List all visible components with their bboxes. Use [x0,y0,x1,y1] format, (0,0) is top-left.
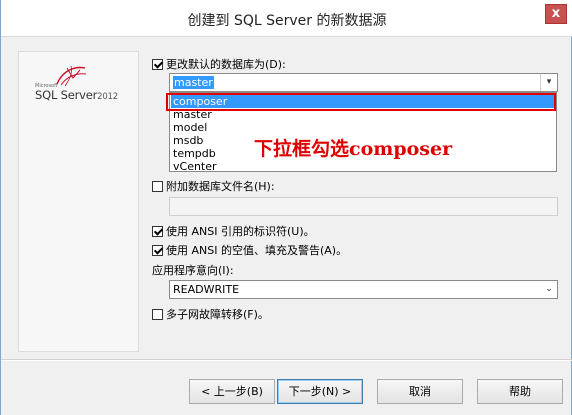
attach-db-label: 附加数据库文件名(H): [166,180,275,193]
back-button[interactable]: < 上一步(B) [189,379,275,404]
help-button[interactable]: 帮助 [477,379,563,404]
ansi-nulls-checkbox[interactable] [152,244,163,256]
attach-db-row[interactable]: 附加数据库文件名(H): [152,178,275,194]
default-db-combobox[interactable]: master ▾ [169,73,558,92]
change-default-db-row[interactable]: 更改默认的数据库为(D): [152,56,286,72]
ansi-quoted-checkbox[interactable] [152,225,163,237]
next-button[interactable]: 下一步(N) > [277,379,363,404]
ansi-quoted-row[interactable]: 使用 ANSI 引用的标识符(U)。 [152,223,315,239]
multi-subnet-row[interactable]: 多子网故障转移(F)。 [152,306,269,322]
change-default-db-checkbox[interactable] [152,58,163,70]
dropdown-option-msdb[interactable]: msdb [172,134,203,147]
sql-server-logo-panel: Microsoft SQL Server2012 [18,51,139,352]
app-intent-combobox[interactable]: READWRITE ⌄ [169,280,558,299]
close-button[interactable]: x [545,4,567,24]
dropdown-option-vcenter[interactable]: vCenter [172,160,217,171]
dropdown-option-composer[interactable]: composer [171,95,555,108]
cancel-button[interactable]: 取消 [377,379,463,404]
logo-year: 2012 [97,92,118,102]
app-intent-value: READWRITE [173,283,240,296]
logo-product-name: SQL Server2012 [35,88,118,102]
ansi-nulls-row[interactable]: 使用 ANSI 的空值、填充及警告(A)。 [152,242,347,258]
dropdown-option-model[interactable]: model [172,121,207,134]
title-bar: 创建到 SQL Server 的新数据源 x [1,0,572,37]
footer-separator [1,359,572,361]
app-intent-label: 应用程序意向(I): [152,264,234,277]
dropdown-option-tempdb[interactable]: tempdb [172,147,216,160]
annotation-text: 下拉框勾选composer [254,138,453,160]
chevron-down-icon[interactable]: ▾ [540,74,557,91]
sql-server-logo-icon [56,65,87,87]
ansi-nulls-label: 使用 ANSI 的空值、填充及警告(A)。 [166,244,348,257]
multi-subnet-label: 多子网故障转移(F)。 [166,308,269,321]
chevron-down-icon[interactable]: ⌄ [541,281,557,298]
ansi-quoted-label: 使用 ANSI 引用的标识符(U)。 [166,225,315,238]
dropdown-option-master[interactable]: master [172,108,212,121]
close-icon: x [551,6,561,21]
attach-db-filename-field[interactable] [169,197,558,216]
window-title: 创建到 SQL Server 的新数据源 [187,13,387,29]
multi-subnet-checkbox[interactable] [152,308,163,320]
odbc-dialog: 创建到 SQL Server 的新数据源 x Microsoft SQL Ser… [0,0,572,415]
change-default-db-label: 更改默认的数据库为(D): [166,58,286,71]
attach-db-checkbox[interactable] [152,180,163,192]
default-db-value: master [173,76,214,89]
